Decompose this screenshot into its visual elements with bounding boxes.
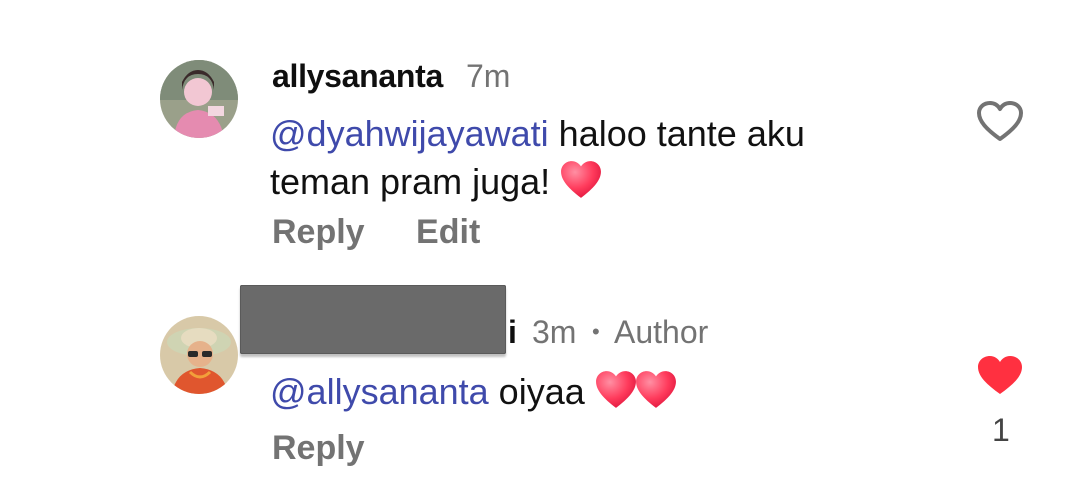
like-button[interactable] [976, 354, 1024, 401]
timestamp: 3m [532, 314, 577, 350]
redacted-username [240, 285, 506, 354]
reply-button[interactable]: Reply [272, 212, 365, 252]
timestamp: 7m [466, 58, 511, 94]
mention-link[interactable]: @allysananta [270, 371, 489, 412]
like-button[interactable] [976, 100, 1024, 147]
comment-2: i 3m • Author @allysananta oiyaa Reply 1 [0, 260, 1080, 496]
author-badge: Author [614, 314, 709, 350]
avatar[interactable] [160, 60, 238, 138]
edit-button[interactable]: Edit [416, 212, 480, 252]
avatar[interactable] [160, 316, 238, 394]
like-count: 1 [992, 412, 1010, 448]
comment-1: allysananta 7m @dyahwijayawati haloo tan… [0, 0, 1080, 260]
comment-text: @allysananta oiyaa [270, 368, 910, 416]
heart-outline-icon [977, 101, 1023, 141]
meta-separator: • [592, 319, 600, 344]
heart-filled-icon [978, 356, 1022, 394]
comment-text: @dyahwijayawati haloo tante aku teman pr… [270, 113, 805, 202]
reply-button[interactable]: Reply [272, 428, 365, 468]
comment-actions: Reply [272, 428, 365, 468]
heart-emoji-icon [561, 161, 602, 198]
heart-emoji-icon [635, 371, 676, 408]
username[interactable]: allysananta [272, 56, 443, 96]
comment-actions: Reply Edit [272, 212, 480, 252]
username[interactable]: i [508, 312, 517, 352]
heart-emoji-icon [595, 371, 636, 408]
mention-link[interactable]: @dyahwijayawati [270, 113, 549, 154]
